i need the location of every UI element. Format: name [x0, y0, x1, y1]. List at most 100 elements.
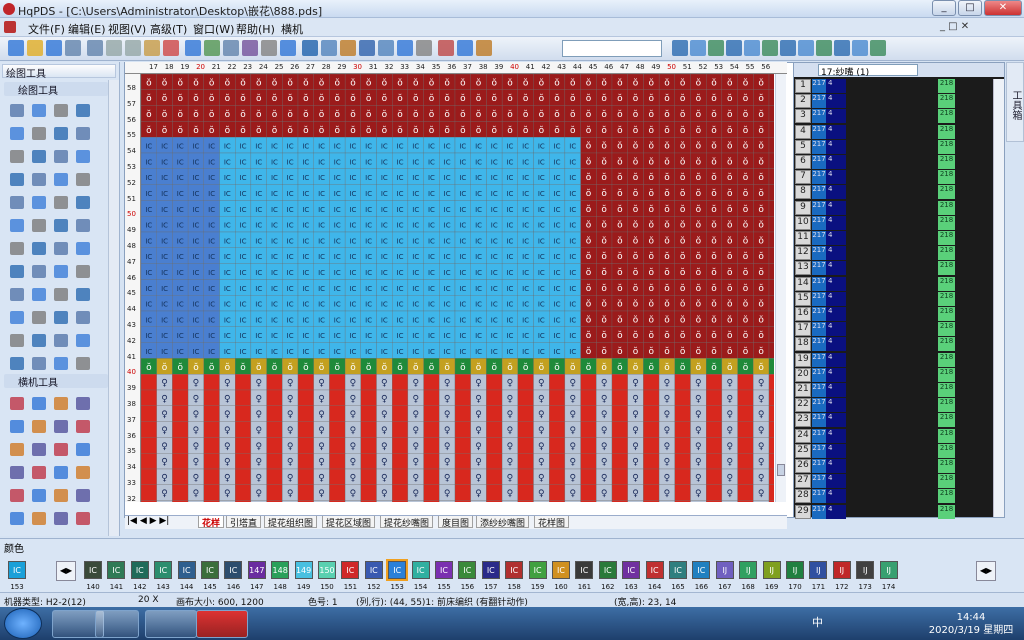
tool-icon[interactable]	[54, 334, 68, 347]
yarn-cell-a[interactable]: 217	[812, 459, 826, 473]
grid-cell[interactable]	[235, 437, 252, 454]
grid-cell[interactable]	[580, 500, 597, 502]
grid-cell[interactable]	[141, 437, 157, 454]
yarn-cell-c[interactable]: 218	[938, 383, 955, 397]
toolbar-button[interactable]	[378, 40, 394, 56]
color-swatch[interactable]: IC	[8, 561, 26, 579]
group-draw-tools[interactable]: 绘图工具	[4, 82, 108, 97]
yarn-cell-b[interactable]: 4	[826, 261, 846, 276]
color-swatch[interactable]: IC	[130, 561, 149, 579]
tool-icon[interactable]	[54, 150, 68, 163]
color-swatch[interactable]: IC	[598, 561, 617, 579]
yarn-cell-a[interactable]: 217	[812, 215, 826, 230]
grid-cell[interactable]	[737, 468, 754, 485]
toolbox-side-tab[interactable]: 工具箱	[1006, 62, 1024, 142]
grid-cell[interactable]	[706, 421, 723, 438]
tool-icon[interactable]	[10, 150, 24, 163]
toolbar-button[interactable]	[852, 40, 868, 56]
tool-icon[interactable]	[10, 288, 24, 301]
color-swatch[interactable]: IC	[528, 561, 547, 579]
toolbar-button[interactable]	[185, 40, 201, 56]
yarn-cell-a[interactable]: 217	[812, 124, 826, 139]
yarn-cell-a[interactable]: 217	[812, 489, 826, 504]
yarn-cell-c[interactable]: 218	[938, 367, 955, 382]
grid-cell[interactable]	[517, 500, 534, 502]
group-machine-tools[interactable]: 横机工具	[4, 374, 108, 389]
yarn-cell-b[interactable]: 4	[826, 367, 846, 382]
grid-cell[interactable]	[768, 453, 774, 470]
yarn-cell-c[interactable]: 218	[938, 79, 955, 93]
tool-icon[interactable]	[76, 288, 90, 301]
grid-cell[interactable]	[235, 468, 252, 485]
grid-cell[interactable]	[768, 405, 774, 422]
tool-icon[interactable]	[32, 357, 46, 370]
yarn-cell-b[interactable]: 4	[826, 94, 846, 109]
tool-icon[interactable]	[54, 127, 68, 140]
menu-machine[interactable]: 横机	[281, 21, 303, 37]
grid-cell[interactable]	[643, 484, 660, 501]
menu-edit[interactable]: 编辑(E)	[68, 21, 106, 37]
color-swatch[interactable]: IC	[435, 561, 453, 579]
grid-cell[interactable]	[768, 421, 774, 438]
grid-cell[interactable]	[454, 484, 471, 501]
color-swatch[interactable]: IC	[458, 561, 477, 579]
yarn-cell-b[interactable]: 4	[826, 200, 846, 215]
grid-cell[interactable]	[737, 405, 754, 422]
grid-cell[interactable]	[674, 437, 691, 454]
taskbar-hqpds[interactable]	[196, 610, 248, 638]
toolbar-button[interactable]	[163, 40, 179, 56]
grid-cell[interactable]	[580, 484, 597, 501]
grid-cell[interactable]	[250, 500, 267, 502]
yarn-cell-c[interactable]: 218	[938, 489, 955, 504]
yarn-cell-c[interactable]: 218	[938, 185, 955, 200]
tool-icon[interactable]	[32, 334, 46, 347]
tool-icon[interactable]	[54, 311, 68, 324]
toolbar-combo[interactable]	[562, 40, 662, 57]
toolbar-button[interactable]	[65, 40, 81, 56]
grid-cell[interactable]	[172, 500, 189, 502]
taskbar-folder-icon[interactable]	[95, 610, 139, 638]
grid-cell[interactable]	[517, 421, 534, 438]
grid-cell[interactable]	[141, 405, 157, 422]
yarn-cell-c[interactable]: 218	[938, 155, 955, 169]
grid-cell[interactable]	[580, 468, 597, 485]
tool-icon[interactable]	[32, 127, 46, 140]
grid-cell[interactable]	[172, 437, 189, 454]
yarn-cell-c[interactable]: 218	[938, 231, 955, 245]
yarn-cell-c[interactable]: 218	[938, 322, 955, 337]
color-swatch[interactable]: IC	[481, 561, 500, 579]
grid-cell[interactable]	[549, 389, 566, 406]
grid-cell[interactable]	[517, 484, 534, 501]
grid-cell[interactable]	[297, 453, 314, 470]
grid-cell[interactable]	[423, 389, 440, 406]
color-swatch[interactable]: IC	[386, 559, 409, 581]
grid-cell[interactable]	[706, 389, 723, 406]
grid-cell[interactable]	[517, 453, 534, 470]
machine-tool-icon[interactable]	[76, 443, 90, 456]
grid-cell[interactable]	[533, 500, 550, 502]
menu-help[interactable]: 帮助(H)	[236, 21, 275, 37]
tool-icon[interactable]	[10, 219, 24, 232]
grid-cell[interactable]	[706, 405, 723, 422]
yarn-cell-c[interactable]: 218	[938, 398, 955, 413]
yarn-cell-c[interactable]: 218	[938, 413, 955, 428]
toolbar-button[interactable]	[261, 40, 277, 56]
grid-cell[interactable]	[737, 421, 754, 438]
machine-tool-icon[interactable]	[76, 420, 90, 433]
menu-view[interactable]: 视图(V)	[108, 21, 146, 37]
yarn-panel-scrollbar[interactable]	[993, 79, 1004, 517]
grid-cell[interactable]	[203, 453, 220, 470]
grid-cell[interactable]	[141, 421, 157, 438]
yarn-cell-a[interactable]: 217	[812, 413, 826, 428]
yarn-cell-b[interactable]: 4	[826, 459, 846, 473]
yarn-cell-b[interactable]: 4	[826, 155, 846, 169]
machine-tool-icon[interactable]	[54, 512, 68, 525]
grid-cell[interactable]	[486, 389, 503, 406]
color-swatch[interactable]: IC	[622, 561, 641, 579]
toolbar-button[interactable]	[302, 40, 318, 56]
color-swatch[interactable]: IC	[552, 561, 570, 579]
tool-icon[interactable]	[76, 357, 90, 370]
toolbar-button[interactable]	[397, 40, 413, 56]
grid-cell[interactable]	[329, 484, 346, 501]
grid-cell[interactable]	[313, 500, 330, 502]
